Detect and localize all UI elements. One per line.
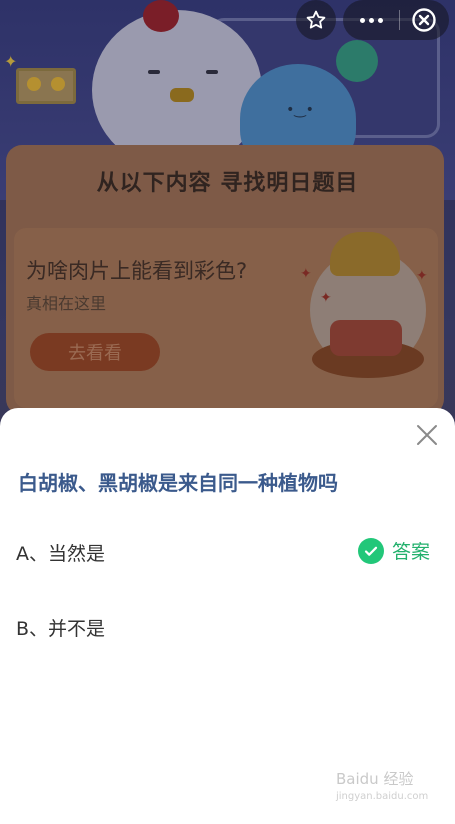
option-a[interactable]: A、当然是 答案 (0, 531, 455, 571)
sparkle-icon: ✦ (416, 268, 428, 284)
sparkle-icon: ✦ (300, 266, 312, 282)
promo-question: 为啥肉片上能看到彩色? (26, 259, 248, 283)
star-outline-icon (306, 10, 326, 29)
sparkle-icon: ✦ (320, 290, 332, 306)
promo-card-title: 从以下内容 寻找明日题目 (96, 171, 359, 196)
more-dots-icon (359, 17, 365, 23)
chick-eye (206, 70, 218, 74)
answer-badge: 答案 (358, 537, 430, 564)
mini-program-capsule (343, 0, 449, 40)
chick-beak (170, 88, 194, 102)
sheet-close-button[interactable] (412, 420, 442, 450)
checkmark-icon (358, 537, 384, 564)
exit-button[interactable] (400, 7, 448, 33)
quiz-question: 白胡椒、黑胡椒是来自同一种植物吗 (18, 471, 338, 495)
baidu-jingyan-watermark: Baidu 经验 jingyan.baidu.com (336, 768, 428, 802)
close-icon (417, 425, 437, 445)
planet-illustration (336, 40, 378, 82)
option-b[interactable]: B、并不是 (0, 606, 455, 646)
go-see-button[interactable]: 去看看 (30, 333, 160, 371)
favorite-button[interactable] (296, 0, 336, 40)
chick-comb (143, 0, 179, 32)
chef-hat (330, 232, 400, 276)
option-label: A、当然是 (16, 543, 105, 565)
promo-subtitle: 真相在这里 (26, 294, 107, 313)
answer-label: 答案 (392, 541, 431, 563)
ghost-face: •‿• (286, 102, 314, 118)
close-circle-icon (412, 8, 436, 32)
more-button[interactable] (343, 17, 399, 23)
meat-slices-illustration (330, 320, 402, 356)
option-label: B、并不是 (16, 618, 106, 640)
chick-eye (148, 70, 160, 74)
sparkle-icon: ✦ (4, 52, 18, 71)
watermark-sub: jingyan.baidu.com (336, 791, 429, 802)
medal-frame-illustration (16, 68, 76, 104)
watermark-text: Baidu 经验 (336, 770, 414, 788)
